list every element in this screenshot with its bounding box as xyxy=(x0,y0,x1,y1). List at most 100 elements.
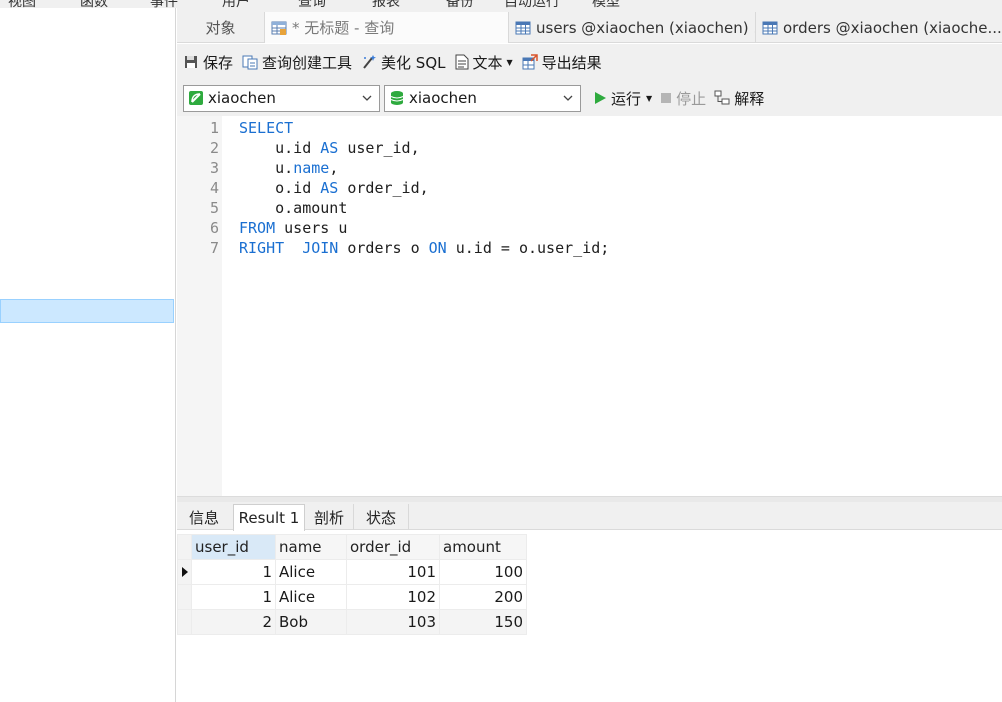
stop-icon xyxy=(661,93,672,103)
stop-label: 停止 xyxy=(676,89,707,108)
sql-keyword: FROM xyxy=(239,219,276,237)
column-header-user-id[interactable]: user_id xyxy=(191,534,276,560)
stop-button[interactable]: 停止 xyxy=(660,88,706,109)
cell-amount[interactable]: 200 xyxy=(439,584,527,610)
table-row[interactable]: 2 Bob 103 150 xyxy=(177,609,527,635)
line-number: 4 xyxy=(209,179,219,197)
connection-select[interactable]: xiaochen xyxy=(183,84,380,112)
sql-text: u.id xyxy=(239,139,321,157)
cell-order-id[interactable]: 102 xyxy=(346,584,440,610)
export-results-button[interactable]: 导出结果 xyxy=(522,52,602,73)
tab-info[interactable]: 信息 xyxy=(177,504,231,530)
chevron-down-icon xyxy=(563,95,573,101)
table-icon xyxy=(762,21,778,34)
query-builder-label: 查询创建工具 xyxy=(262,53,353,72)
code-line[interactable]: o.amount xyxy=(239,198,347,218)
code-line[interactable]: FROM users u xyxy=(239,218,347,238)
cell-name[interactable]: Alice xyxy=(275,559,347,585)
current-row-arrow-icon xyxy=(177,559,192,585)
save-label: 保存 xyxy=(203,53,234,72)
save-button[interactable]: 保存 xyxy=(183,52,233,73)
line-number: 5 xyxy=(209,199,219,217)
explain-label: 解释 xyxy=(734,89,765,108)
line-number: 7 xyxy=(209,239,219,257)
code-line[interactable]: RIGHT JOIN orders o ON u.id = o.user_id; xyxy=(239,238,609,258)
code-line[interactable]: u.name, xyxy=(239,158,338,178)
menu-item-events[interactable]: 事件 xyxy=(150,0,178,8)
magic-wand-icon xyxy=(363,55,377,69)
tab-profile[interactable]: 剖析 xyxy=(305,504,353,530)
code-line[interactable]: SELECT xyxy=(239,118,293,138)
dropdown-caret-icon[interactable]: ▼ xyxy=(646,94,652,103)
cell-order-id[interactable]: 101 xyxy=(346,559,440,585)
grid-header-row: user_id name order_id amount xyxy=(177,534,527,560)
database-value: xiaochen xyxy=(409,89,477,107)
cell-order-id[interactable]: 103 xyxy=(346,609,440,635)
tab-bar: 对象 * 无标题 - 查询 users @xiaochen (xiaochen)… xyxy=(177,8,1002,43)
menu-item-automation[interactable]: 自动运行 xyxy=(504,0,560,8)
cell-name[interactable]: Alice xyxy=(275,584,347,610)
text-dropdown-button[interactable]: 文本 ▼ xyxy=(455,52,513,73)
cell-user-id[interactable]: 2 xyxy=(191,609,276,635)
menu-item-model[interactable]: 模型 xyxy=(592,0,620,8)
run-button[interactable]: 运行 ▼ xyxy=(593,88,652,109)
text-label: 文本 xyxy=(472,53,503,72)
cell-user-id[interactable]: 1 xyxy=(191,584,276,610)
tab-users-table[interactable]: users @xiaochen (xiaochen) ... xyxy=(509,12,756,43)
sql-keyword: ON xyxy=(428,239,447,257)
tab-orders-table[interactable]: orders @xiaochen (xiaoche... xyxy=(756,12,1002,43)
chevron-down-icon xyxy=(362,95,372,101)
result-grid[interactable]: user_id name order_id amount 1 Alice 101… xyxy=(177,534,527,635)
menu-item-query[interactable]: 查询 xyxy=(298,0,326,8)
menu-item-functions[interactable]: 函数 xyxy=(80,0,108,8)
explain-button[interactable]: 解释 xyxy=(714,88,764,109)
sql-text: o.amount xyxy=(239,199,348,217)
cell-amount[interactable]: 150 xyxy=(439,609,527,635)
connection-value: xiaochen xyxy=(208,89,276,107)
selected-tree-item[interactable] xyxy=(0,299,174,323)
save-icon xyxy=(185,56,197,68)
query-builder-button[interactable]: 查询创建工具 xyxy=(242,52,352,73)
code-line[interactable]: u.id AS user_id, xyxy=(239,138,420,158)
export-results-label: 导出结果 xyxy=(541,53,602,72)
code-line[interactable]: o.id AS order_id, xyxy=(239,178,429,198)
table-icon xyxy=(515,21,531,34)
cell-amount[interactable]: 100 xyxy=(439,559,527,585)
sql-text: orders o xyxy=(338,239,429,257)
sql-keyword: JOIN xyxy=(302,239,339,257)
table-row[interactable]: 1 Alice 101 100 xyxy=(177,559,527,585)
cell-name[interactable]: Bob xyxy=(275,609,347,635)
tab-label: users @xiaochen (xiaochen) ... xyxy=(536,18,756,37)
text-document-icon xyxy=(455,54,468,70)
tab-untitled-query[interactable]: * 无标题 - 查询 xyxy=(265,12,509,43)
sql-text: o.id xyxy=(239,179,321,197)
tab-label: * 无标题 - 查询 xyxy=(292,19,395,37)
query-toolbar: 保存 查询创建工具 美化 SQL 文本 ▼ 导出结果 xyxy=(177,44,1002,80)
connection-toolbar: xiaochen xiaochen 运行 ▼ 停止 解释 xyxy=(177,80,1002,116)
column-header-amount[interactable]: amount xyxy=(439,534,527,560)
column-header-order-id[interactable]: order_id xyxy=(346,534,440,560)
beautify-sql-button[interactable]: 美化 SQL xyxy=(361,52,446,73)
connection-tree-panel[interactable] xyxy=(0,8,176,702)
tab-objects[interactable]: 对象 xyxy=(177,12,265,43)
tab-status[interactable]: 状态 xyxy=(353,504,409,530)
menu-item-reports[interactable]: 报表 xyxy=(372,0,400,8)
table-row[interactable]: 1 Alice 102 200 xyxy=(177,584,527,610)
database-select[interactable]: xiaochen xyxy=(384,84,581,112)
menu-item-users[interactable]: 用户 xyxy=(222,0,250,8)
connection-leaf-icon xyxy=(189,91,203,105)
database-icon xyxy=(390,91,404,105)
column-header-name[interactable]: name xyxy=(275,534,347,560)
menu-item-view[interactable]: 视图 xyxy=(8,0,36,8)
sql-keyword: AS xyxy=(320,139,339,157)
play-icon xyxy=(595,92,606,104)
cell-user-id[interactable]: 1 xyxy=(191,559,276,585)
row-indicator xyxy=(177,609,192,635)
sql-text: user_id, xyxy=(338,139,420,157)
row-indicator xyxy=(177,584,192,610)
menu-item-backup[interactable]: 备份 xyxy=(446,0,474,8)
tab-result-1[interactable]: Result 1 xyxy=(233,504,305,531)
tab-label: orders @xiaochen (xiaoche... xyxy=(783,18,1002,37)
sql-editor[interactable]: 1 SELECT 2 u.id AS user_id, 3 u.name, 4 o.id… xyxy=(177,116,1002,496)
